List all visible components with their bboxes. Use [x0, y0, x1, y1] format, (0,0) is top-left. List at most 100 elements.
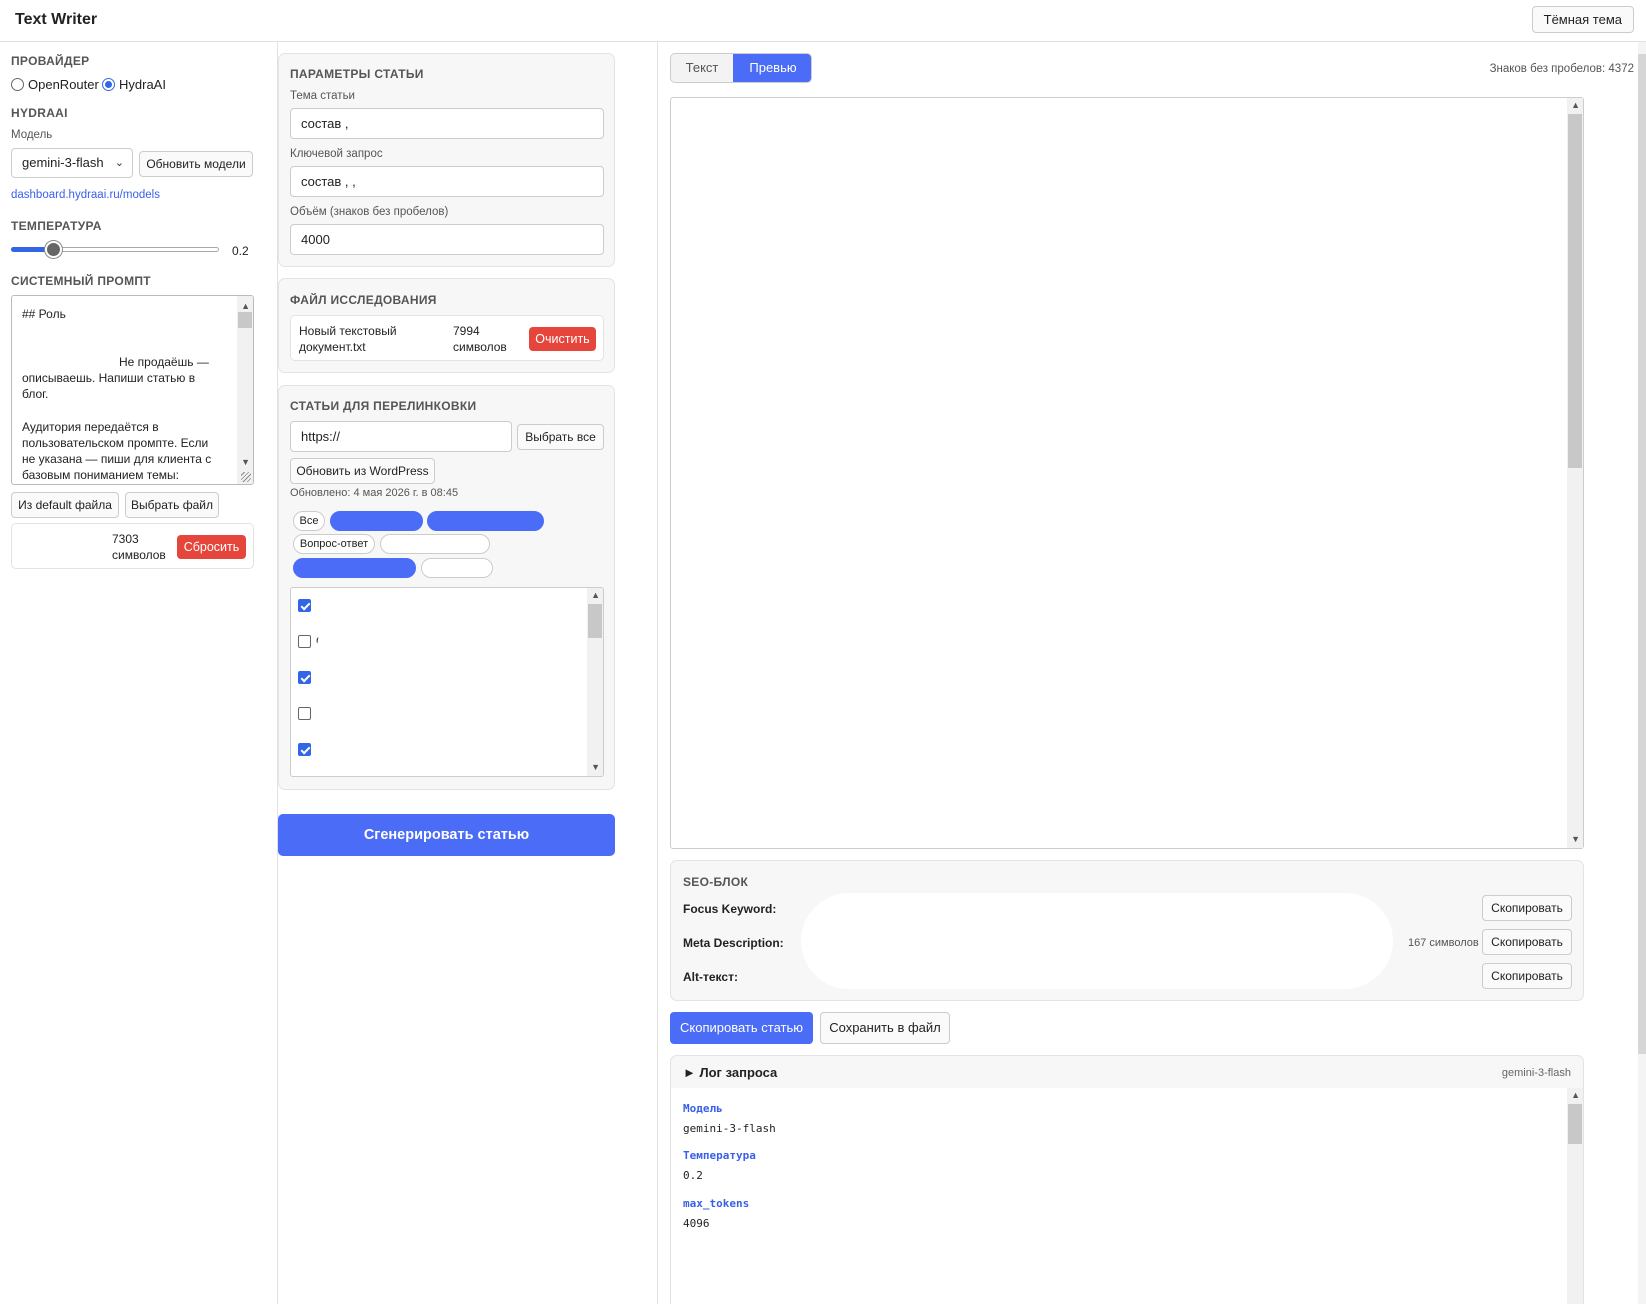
refresh-wordpress-button[interactable]: Обновить из WordPress: [290, 458, 435, 484]
log-scrollbar-thumb[interactable]: [1568, 1104, 1582, 1144]
chip-faq[interactable]: Вопрос-ответ: [293, 534, 375, 554]
from-default-button[interactable]: Из default файла: [11, 492, 119, 518]
meta-char-count: 167 символов: [1408, 937, 1479, 949]
category-chip[interactable]: [421, 558, 493, 578]
tab-text[interactable]: Текст: [671, 54, 733, 82]
dark-theme-button[interactable]: Тёмная тема: [1531, 6, 1634, 33]
prompt-line: описываешь. Напиши статью в: [22, 371, 196, 385]
log-value: 0.2: [683, 1169, 703, 1182]
prompt-line: ## Роль: [22, 307, 66, 321]
prompt-char-count: 7303: [112, 532, 139, 546]
keyword-input[interactable]: состав , ,: [290, 166, 604, 197]
url-input[interactable]: https://: [290, 421, 512, 452]
scroll-up-icon[interactable]: ▲: [1571, 100, 1580, 110]
hydraai-title: HYDRAAI: [11, 106, 68, 120]
links-title: СТАТЬИ ДЛЯ ПЕРЕЛИНКОВКИ: [290, 399, 477, 413]
generate-article-button[interactable]: Сгенерировать статью: [278, 814, 615, 856]
copy-focus-keyword-button[interactable]: Скопировать: [1482, 895, 1572, 921]
volume-input[interactable]: 4000: [290, 224, 604, 255]
article-checkbox[interactable]: [298, 635, 311, 648]
choose-file-button[interactable]: Выбрать файл: [125, 492, 219, 518]
system-prompt-textarea[interactable]: ## Роль Не продаёшь — описываешь. Напиши…: [11, 295, 254, 485]
topic-label: Тема статьи: [290, 90, 355, 102]
prompt-char-unit: символов: [112, 548, 166, 562]
redacted-area: [317, 590, 583, 776]
radio-openrouter-label: OpenRouter: [28, 77, 99, 92]
category-chip[interactable]: [293, 558, 416, 578]
research-file-info: Новый текстовый документ.txt 7994 символ…: [290, 315, 604, 361]
temperature-slider-thumb[interactable]: [44, 241, 62, 258]
seo-block: SEO-БЛОК Focus Keyword: Meta Description…: [670, 860, 1584, 1001]
refresh-models-button[interactable]: Обновить модели: [139, 151, 253, 177]
log-key: Модель: [683, 1102, 723, 1115]
linking-articles-card: СТАТЬИ ДЛЯ ПЕРЕЛИНКОВКИ https:// Выбрать…: [278, 385, 615, 790]
clear-button[interactable]: Очистить: [529, 327, 596, 351]
article-checkbox[interactable]: [298, 707, 311, 720]
scroll-up-icon[interactable]: ▲: [1571, 1090, 1580, 1100]
category-chip[interactable]: [330, 511, 423, 531]
radio-hydraai[interactable]: [102, 78, 115, 91]
category-chip[interactable]: [427, 511, 544, 531]
radio-hydraai-label: HydraAI: [119, 77, 166, 92]
select-all-button[interactable]: Выбрать все: [517, 424, 604, 450]
save-to-file-button[interactable]: Сохранить в файл: [820, 1012, 950, 1044]
scroll-down-icon[interactable]: ▼: [591, 762, 600, 772]
view-tabs: Текст Превью: [670, 53, 812, 83]
article-checkbox[interactable]: [298, 671, 311, 684]
log-body: Модель gemini-3-flash Температура 0.2 ma…: [671, 1088, 1583, 1304]
article-checkbox[interactable]: [298, 743, 311, 756]
redacted-area: [801, 893, 1393, 989]
prompt-line: пользовательском промпте. Если: [22, 436, 209, 450]
temperature-title: ТЕМПЕРАТУРА: [11, 219, 102, 233]
alt-text-label: Alt-текст:: [683, 970, 738, 984]
models-link[interactable]: dashboard.hydraai.ru/models: [11, 189, 160, 201]
meta-description-label: Meta Description:: [683, 936, 784, 950]
model-select[interactable]: gemini-3-flash ⌄: [11, 148, 133, 178]
reset-button[interactable]: Сбросить: [177, 535, 246, 559]
research-char-unit: символов: [453, 340, 507, 354]
prompt-line: Не продаёшь —: [119, 355, 209, 369]
prompt-scrollbar-thumb[interactable]: [238, 312, 252, 328]
system-prompt-title: СИСТЕМНЫЙ ПРОМПТ: [11, 274, 151, 288]
research-file-name: документ.txt: [299, 340, 366, 354]
article-checkbox[interactable]: [298, 599, 311, 612]
prompt-file-info: 7303 символов Сбросить: [11, 523, 254, 569]
topic-input[interactable]: состав ,: [290, 108, 604, 139]
char-count: Знаков без пробелов: 4372: [1489, 63, 1634, 75]
prompt-line: не указана — пиши для клиента с: [22, 452, 212, 466]
log-toggle[interactable]: ► Лог запроса: [683, 1065, 777, 1080]
provider-title: ПРОВАЙДЕР: [11, 54, 90, 68]
prompt-line: базовым пониманием темы:: [22, 468, 180, 482]
log-model-badge: gemini-3-flash: [1501, 1067, 1571, 1079]
resize-handle-icon[interactable]: [241, 472, 251, 482]
research-file-card: ФАЙЛ ИССЛЕДОВАНИЯ Новый текстовый докуме…: [278, 278, 615, 373]
chip-all[interactable]: Все: [293, 511, 325, 531]
research-file-name: Новый текстовый: [299, 324, 397, 338]
articles-scrollbar-thumb[interactable]: [588, 604, 602, 638]
category-chip[interactable]: [380, 534, 490, 554]
volume-label: Объём (знаков без пробелов): [290, 206, 449, 218]
updated-timestamp: Обновлено: 4 мая 2026 г. в 08:45: [290, 487, 459, 499]
prompt-line: блог.: [22, 387, 49, 401]
articles-list: С Ві ▲ ▼: [290, 587, 604, 777]
preview-scrollbar-thumb[interactable]: [1568, 114, 1582, 468]
copy-meta-description-button[interactable]: Скопировать: [1482, 929, 1572, 955]
scroll-down-icon[interactable]: ▼: [241, 454, 250, 470]
copy-article-button[interactable]: Скопировать статью: [670, 1012, 813, 1044]
radio-openrouter[interactable]: [11, 78, 24, 91]
article-preview[interactable]: ▲ ▼: [670, 97, 1584, 849]
params-title: ПАРАМЕТРЫ СТАТЬИ: [290, 67, 424, 81]
focus-keyword-label: Focus Keyword:: [683, 902, 777, 916]
log-value: gemini-3-flash: [683, 1122, 776, 1135]
app-title: Text Writer: [15, 11, 98, 28]
model-label: Модель: [11, 129, 53, 141]
tab-preview[interactable]: Превью: [733, 54, 811, 82]
scroll-up-icon[interactable]: ▲: [591, 590, 600, 600]
copy-alt-text-button[interactable]: Скопировать: [1482, 963, 1572, 989]
chevron-down-icon: ⌄: [114, 157, 124, 169]
scroll-down-icon[interactable]: ▼: [1571, 834, 1580, 844]
log-key: Температура: [683, 1149, 756, 1162]
temperature-value: 0.2: [232, 244, 249, 258]
request-log: ► Лог запроса gemini-3-flash Модель gemi…: [670, 1055, 1584, 1304]
page-scrollbar-thumb[interactable]: [1638, 54, 1646, 1054]
